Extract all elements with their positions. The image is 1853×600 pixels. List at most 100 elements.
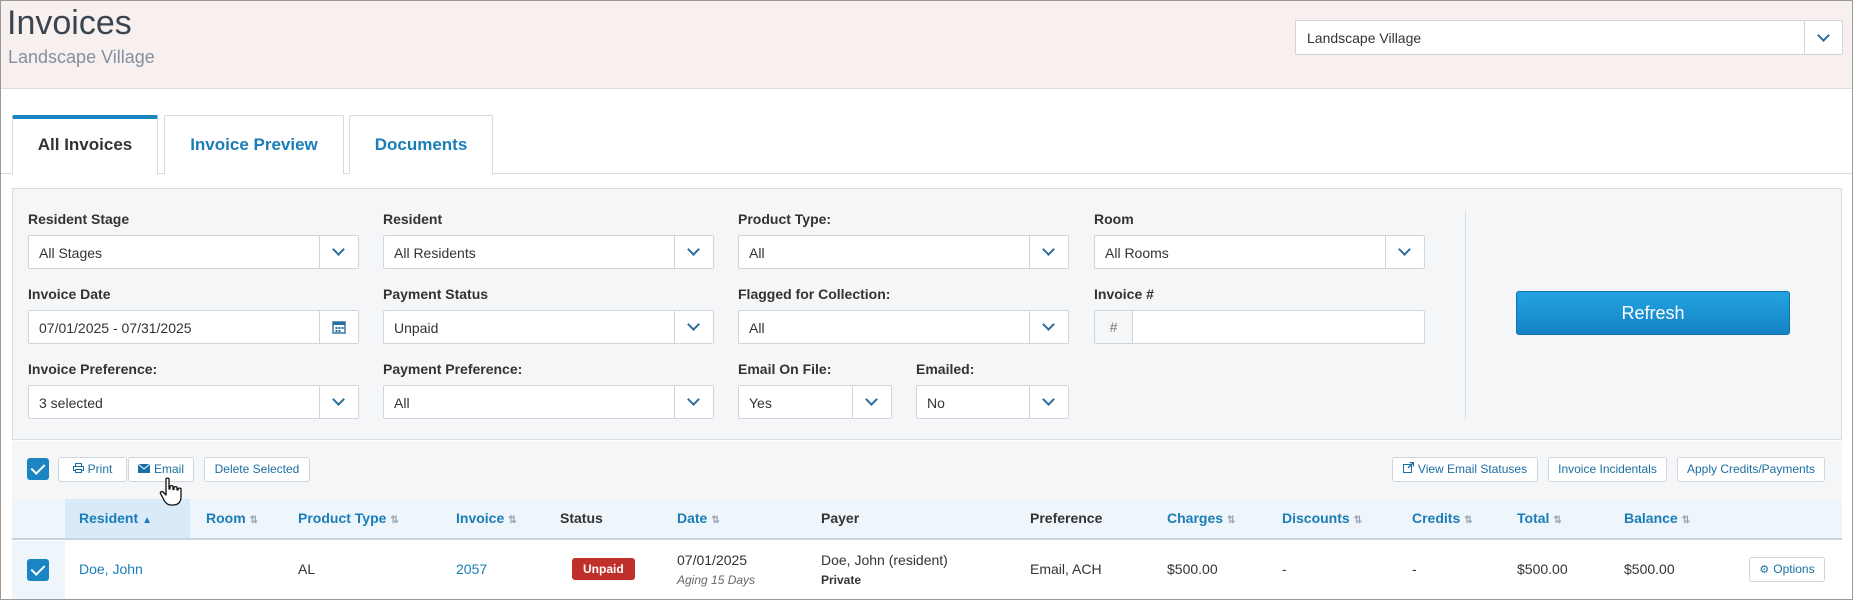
gear-icon: ⚙ bbox=[1759, 564, 1770, 576]
sort-icon: ⇅ bbox=[249, 515, 259, 526]
envelope-icon bbox=[137, 459, 151, 482]
product-type-select[interactable]: All bbox=[738, 235, 1069, 269]
page-subtitle: Landscape Village bbox=[8, 47, 155, 67]
hand-cursor-icon bbox=[159, 477, 182, 506]
invoice-preference-select[interactable]: 3 selected bbox=[28, 385, 359, 419]
column-header-product-type[interactable]: Product Type ⇅ bbox=[298, 510, 399, 526]
hash-prefix: # bbox=[1095, 311, 1133, 343]
table-header: Resident ▲ Room ⇅ Product Type ⇅ Invoice ⇅ S… bbox=[12, 499, 1842, 540]
email-on-file-select[interactable]: Yes bbox=[738, 385, 892, 419]
column-header-date[interactable]: Date ⇅ bbox=[677, 510, 720, 526]
options-label: Options bbox=[1773, 562, 1815, 576]
resident-value: All Residents bbox=[394, 245, 476, 261]
column-header-preference: Preference bbox=[1030, 510, 1103, 526]
column-header-credits-label: Credits bbox=[1412, 510, 1461, 526]
refresh-button[interactable]: Refresh bbox=[1516, 291, 1790, 335]
payer-type-cell: Private bbox=[821, 573, 862, 587]
invoice-date-input[interactable]: 07/01/2025 - 07/31/2025 bbox=[28, 310, 359, 344]
flagged-for-collection-select[interactable]: All bbox=[738, 310, 1069, 344]
chevron-down-icon[interactable] bbox=[852, 386, 891, 418]
payment-preference-value: All bbox=[394, 395, 410, 411]
delete-selected-button[interactable]: Delete Selected bbox=[204, 457, 310, 482]
external-link-icon bbox=[1402, 459, 1415, 482]
column-header-total[interactable]: Total ⇅ bbox=[1517, 510, 1562, 526]
payment-preference-select[interactable]: All bbox=[383, 385, 714, 419]
column-header-invoice[interactable]: Invoice ⇅ bbox=[456, 510, 517, 526]
product-type-value: All bbox=[749, 245, 765, 261]
column-header-room-label: Room bbox=[206, 510, 246, 526]
payer-cell: Doe, John (resident) bbox=[821, 552, 948, 568]
payment-preference-label: Payment Preference: bbox=[383, 361, 523, 377]
column-header-total-label: Total bbox=[1517, 510, 1550, 526]
chevron-down-icon[interactable] bbox=[1029, 311, 1068, 343]
tab-invoice-preview[interactable]: Invoice Preview bbox=[164, 115, 344, 174]
column-header-credits[interactable]: Credits ⇅ bbox=[1412, 510, 1473, 526]
row-checkbox[interactable] bbox=[27, 559, 49, 581]
status-badge: Unpaid bbox=[572, 558, 635, 580]
column-header-product-type-label: Product Type bbox=[298, 510, 387, 526]
sort-icon: ⇅ bbox=[1353, 515, 1363, 526]
invoice-number-label: Invoice # bbox=[1094, 286, 1154, 302]
product-type-cell: AL bbox=[298, 561, 316, 577]
print-button[interactable]: Print bbox=[58, 457, 127, 482]
chevron-down-icon[interactable] bbox=[1029, 236, 1068, 268]
table-row: Doe, John AL 2057 Unpaid 07/01/2025 Agin… bbox=[12, 541, 1842, 599]
page-header: Invoices Landscape Village Landscape Vil… bbox=[1, 1, 1852, 89]
tab-all-invoices[interactable]: All Invoices bbox=[12, 115, 158, 175]
tab-documents[interactable]: Documents bbox=[349, 115, 493, 174]
invoice-incidentals-button[interactable]: Invoice Incidentals bbox=[1548, 457, 1667, 482]
chevron-down-icon[interactable] bbox=[674, 386, 713, 418]
resident-link[interactable]: Doe, John bbox=[79, 561, 143, 577]
apply-credits-payments-button[interactable]: Apply Credits/Payments bbox=[1677, 457, 1825, 482]
payment-status-select[interactable]: Unpaid bbox=[383, 310, 714, 344]
flagged-for-collection-label: Flagged for Collection: bbox=[738, 286, 891, 302]
column-header-resident[interactable]: Resident ▲ bbox=[79, 510, 152, 526]
community-select[interactable]: Landscape Village bbox=[1295, 20, 1843, 55]
invoice-link[interactable]: 2057 bbox=[456, 561, 487, 577]
credits-cell: - bbox=[1412, 561, 1417, 577]
calendar-icon[interactable] bbox=[319, 311, 358, 343]
invoice-number-input[interactable]: # bbox=[1094, 310, 1425, 344]
sort-icon: ⇅ bbox=[1681, 515, 1691, 526]
chevron-down-icon[interactable] bbox=[674, 311, 713, 343]
resident-stage-select[interactable]: All Stages bbox=[28, 235, 359, 269]
options-button[interactable]: ⚙ Options bbox=[1749, 557, 1825, 582]
charges-cell: $500.00 bbox=[1167, 561, 1218, 577]
payment-status-label: Payment Status bbox=[383, 286, 489, 302]
chevron-down-icon[interactable] bbox=[1385, 236, 1424, 268]
sort-icon: ⇅ bbox=[711, 515, 720, 526]
invoice-date-label: Invoice Date bbox=[28, 286, 111, 302]
chevron-down-icon[interactable] bbox=[674, 236, 713, 268]
resident-stage-value: All Stages bbox=[39, 245, 103, 261]
invoice-preference-label: Invoice Preference: bbox=[28, 361, 158, 377]
select-all-checkbox[interactable] bbox=[27, 458, 49, 480]
filter-divider bbox=[1465, 211, 1466, 419]
emailed-value: No bbox=[927, 395, 945, 411]
table-toolbar: Print Email Delete Selected View Email S… bbox=[12, 441, 1842, 499]
column-header-date-label: Date bbox=[677, 510, 708, 526]
resident-select[interactable]: All Residents bbox=[383, 235, 714, 269]
page-title: Invoices bbox=[7, 4, 132, 42]
community-select-value: Landscape Village bbox=[1307, 30, 1422, 46]
chevron-down-icon[interactable] bbox=[319, 386, 358, 418]
chevron-down-icon[interactable] bbox=[1029, 386, 1068, 418]
column-header-charges[interactable]: Charges ⇅ bbox=[1167, 510, 1235, 526]
column-header-discounts[interactable]: Discounts ⇅ bbox=[1282, 510, 1362, 526]
print-label: Print bbox=[87, 462, 113, 476]
column-header-invoice-label: Invoice bbox=[456, 510, 505, 526]
sort-icon: ⇅ bbox=[508, 515, 517, 526]
column-header-discounts-label: Discounts bbox=[1282, 510, 1350, 526]
column-header-room[interactable]: Room ⇅ bbox=[206, 510, 258, 526]
payment-status-value: Unpaid bbox=[394, 320, 439, 336]
total-cell: $500.00 bbox=[1517, 561, 1568, 577]
chevron-down-icon[interactable] bbox=[1804, 21, 1842, 54]
room-value: All Rooms bbox=[1105, 245, 1169, 261]
column-header-status: Status bbox=[560, 510, 603, 526]
chevron-down-icon[interactable] bbox=[319, 236, 358, 268]
column-header-payer: Payer bbox=[821, 510, 860, 526]
view-email-statuses-button[interactable]: View Email Statuses bbox=[1392, 457, 1538, 482]
room-select[interactable]: All Rooms bbox=[1094, 235, 1425, 269]
invoice-preference-value: 3 selected bbox=[39, 395, 103, 411]
column-header-balance[interactable]: Balance ⇅ bbox=[1624, 510, 1690, 526]
emailed-select[interactable]: No bbox=[916, 385, 1069, 419]
